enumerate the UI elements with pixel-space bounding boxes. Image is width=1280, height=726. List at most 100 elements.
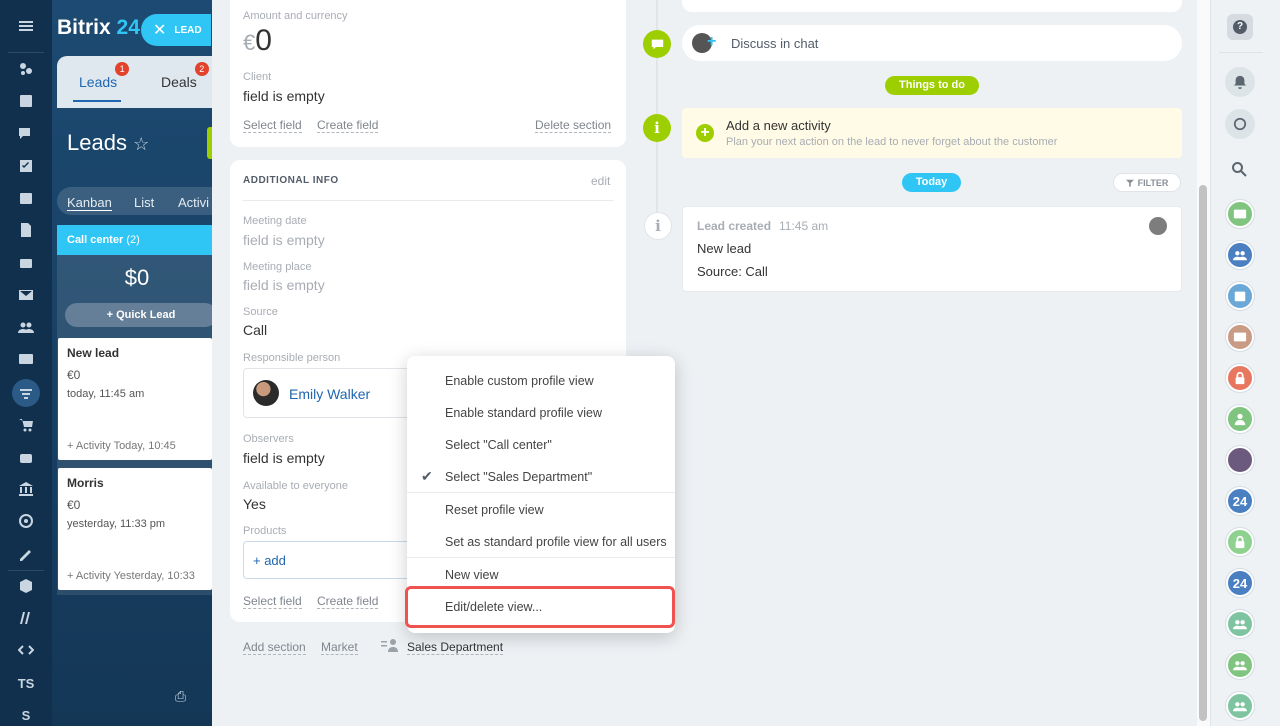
menu-icon[interactable] xyxy=(15,15,37,37)
products-box[interactable]: + add xyxy=(243,541,413,579)
create-field-link[interactable]: Create field xyxy=(317,594,379,609)
kanban-card[interactable]: New lead €0 today, 11:45 am + Activity T… xyxy=(58,338,212,460)
sales-department-link[interactable]: Sales Department xyxy=(407,640,504,655)
mail-icon[interactable] xyxy=(15,284,37,306)
chat-avatar-calendar-icon[interactable] xyxy=(1226,282,1254,310)
responsible-person-box[interactable]: Emily Walker xyxy=(243,368,413,418)
chat-icon[interactable] xyxy=(15,123,37,145)
chat-avatar-24[interactable]: 24 xyxy=(1226,569,1254,597)
help-button[interactable]: ? xyxy=(1227,14,1253,40)
meeting-place-label: Meeting place xyxy=(243,261,312,273)
quick-lead-button[interactable]: + Quick Lead xyxy=(65,303,212,327)
menu-item-set-standard-all[interactable]: Set as standard profile view for all use… xyxy=(445,535,667,549)
calendar-icon[interactable] xyxy=(15,187,37,209)
select-field-link[interactable]: Select field xyxy=(243,118,302,133)
chat-avatar-24[interactable]: 24 xyxy=(1226,487,1254,515)
view-tab-activities[interactable]: Activi xyxy=(178,195,209,210)
event-line: New lead xyxy=(697,241,752,256)
marketplace-icon[interactable] xyxy=(15,607,37,629)
chat-avatar-group-icon[interactable] xyxy=(1226,610,1254,638)
bank-icon[interactable] xyxy=(15,478,37,500)
observers-value[interactable]: field is empty xyxy=(243,450,325,466)
tab-deals[interactable]: Deals 2 xyxy=(161,62,209,90)
page-title: Leads ☆ xyxy=(67,130,150,155)
client-value[interactable]: field is empty xyxy=(243,88,325,104)
close-icon[interactable]: ✕ xyxy=(153,20,166,40)
ts-label[interactable]: TS xyxy=(15,672,37,694)
box-icon[interactable] xyxy=(15,575,37,597)
chat-icon xyxy=(1233,117,1247,131)
robot-icon[interactable] xyxy=(15,446,37,468)
chat-avatar-lock-icon[interactable] xyxy=(1226,528,1254,556)
chat-avatar-contact-card-icon[interactable] xyxy=(1226,323,1254,351)
chat-avatar-contact-card-icon[interactable] xyxy=(1226,200,1254,228)
chat-avatar-lock-icon[interactable] xyxy=(1226,364,1254,392)
kanban-background: Bitrix 24 Leads 1 Deals 2 Leads ☆ Kanban… xyxy=(52,0,212,726)
docs-icon[interactable] xyxy=(15,219,37,241)
filter-button[interactable]: FILTER xyxy=(1113,173,1181,192)
add-product-link[interactable]: + add xyxy=(253,553,286,568)
author-avatar[interactable] xyxy=(1149,217,1167,235)
source-value[interactable]: Call xyxy=(243,322,267,338)
view-tab-list[interactable]: List xyxy=(134,195,154,210)
crm-filter-icon[interactable] xyxy=(15,382,37,404)
drive-icon[interactable] xyxy=(15,252,37,274)
market-link[interactable]: Market xyxy=(321,640,358,655)
kanban-card[interactable]: Morris €0 yesterday, 11:33 pm + Activity… xyxy=(58,468,212,590)
newsfeed-icon[interactable] xyxy=(15,90,37,112)
messages-button[interactable] xyxy=(1225,109,1255,139)
notifications-button[interactable] xyxy=(1225,67,1255,97)
star-icon[interactable]: ☆ xyxy=(133,134,149,154)
shop-icon[interactable] xyxy=(15,414,37,436)
printer-icon[interactable]: ⎙ xyxy=(175,688,191,704)
add-section-link[interactable]: Add section xyxy=(243,640,306,655)
delete-section-link[interactable]: Delete section xyxy=(535,118,612,133)
search-icon[interactable] xyxy=(1231,161,1249,179)
card-title[interactable]: Morris xyxy=(67,476,203,490)
menu-item-enable-standard[interactable]: Enable standard profile view xyxy=(445,406,602,420)
s-label[interactable]: S xyxy=(15,704,37,726)
chat-avatar-group-icon[interactable] xyxy=(1226,692,1254,720)
meeting-place-value[interactable]: field is empty xyxy=(243,277,325,293)
target-icon[interactable] xyxy=(15,510,37,532)
tasks-icon[interactable] xyxy=(15,155,37,177)
available-value[interactable]: Yes xyxy=(243,496,266,512)
chat-avatar-photo-icon[interactable] xyxy=(1226,446,1254,474)
add-participant-icon[interactable]: + xyxy=(707,33,716,51)
meeting-date-value[interactable]: field is empty xyxy=(243,232,325,248)
discuss-chat-box[interactable]: + Discuss in chat xyxy=(682,25,1182,61)
chat-avatar-user-icon[interactable] xyxy=(1226,405,1254,433)
responsible-name[interactable]: Emily Walker xyxy=(289,386,370,402)
card-footer[interactable]: + Activity Yesterday, 10:33 xyxy=(67,570,195,582)
tab-leads[interactable]: Leads 1 xyxy=(79,62,130,90)
gear-cluster-icon[interactable] xyxy=(15,58,37,80)
discuss-in-chat[interactable]: Discuss in chat xyxy=(731,36,818,51)
edit-section-link[interactable]: edit xyxy=(591,174,610,188)
menu-item-select-sales-department[interactable]: Select "Sales Department" xyxy=(445,470,592,484)
groups-icon[interactable] xyxy=(15,316,37,338)
add-activity-title[interactable]: Add a new activity xyxy=(726,118,831,133)
chat-avatar-group-icon[interactable] xyxy=(1226,651,1254,679)
menu-item-enable-custom[interactable]: Enable custom profile view xyxy=(445,374,594,388)
create-field-link[interactable]: Create field xyxy=(317,118,379,133)
chat-avatar-group-icon[interactable] xyxy=(1226,241,1254,269)
select-field-link[interactable]: Select field xyxy=(243,594,302,609)
menu-item-select-call-center[interactable]: Select "Call center" xyxy=(445,438,552,452)
scrollbar-thumb[interactable] xyxy=(1199,185,1207,721)
amount-value[interactable]: €0 xyxy=(243,24,272,58)
sign-icon[interactable] xyxy=(15,542,37,564)
crm-contact-icon[interactable] xyxy=(15,348,37,370)
menu-item-reset-view[interactable]: Reset profile view xyxy=(445,503,544,517)
card-title[interactable]: New lead xyxy=(67,346,203,360)
column-header[interactable]: Call center (2) xyxy=(57,225,212,255)
menu-item-new-view[interactable]: New view xyxy=(445,568,499,582)
profile-view-icon[interactable] xyxy=(381,638,399,652)
add-activity-box[interactable]: + Add a new activity Plan your next acti… xyxy=(682,108,1182,158)
app-logo[interactable]: Bitrix 24 xyxy=(57,16,140,40)
view-tab-kanban[interactable]: Kanban xyxy=(67,195,112,211)
card-footer[interactable]: + Activity Today, 10:45 xyxy=(67,440,176,452)
plus-icon[interactable]: + xyxy=(696,124,714,142)
close-slider-button[interactable]: ✕ LEAD xyxy=(141,14,211,46)
event-time: 11:45 am xyxy=(779,219,829,233)
code-icon[interactable] xyxy=(15,639,37,661)
